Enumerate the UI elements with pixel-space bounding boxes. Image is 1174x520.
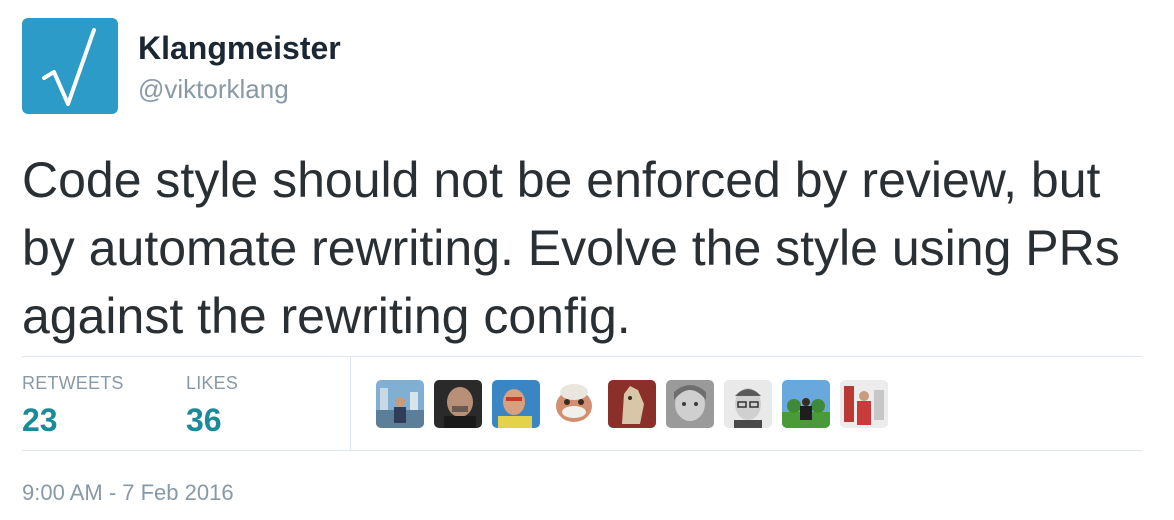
stats-vertical-divider (350, 357, 351, 450)
likes-stat[interactable]: LIKES 36 (186, 372, 238, 440)
stats-bottom-divider (22, 450, 1142, 451)
tweet-text: Code style should not be enforced by rev… (22, 152, 1120, 344)
retweets-count: 23 (22, 402, 58, 438)
liker-avatar[interactable] (608, 380, 656, 428)
retweets-label: RETWEETS (22, 373, 124, 393)
stats-top-divider (22, 356, 1142, 357)
liker-avatar[interactable] (782, 380, 830, 428)
likes-label: LIKES (186, 373, 239, 393)
tweet-timestamp[interactable]: 9:00 AM - 7 Feb 2016 (22, 480, 234, 506)
liker-avatar[interactable] (434, 380, 482, 428)
liker-avatar[interactable] (550, 380, 598, 428)
liker-avatar[interactable] (492, 380, 540, 428)
likes-count: 36 (186, 402, 222, 438)
author-avatar[interactable] (22, 18, 118, 114)
retweets-stat[interactable]: RETWEETS 23 (22, 372, 124, 440)
author-display-name[interactable]: Klangmeister (138, 30, 341, 67)
liker-avatar[interactable] (666, 380, 714, 428)
author-handle[interactable]: @viktorklang (138, 74, 289, 105)
square-root-logo-icon (42, 28, 96, 106)
liker-avatar[interactable] (724, 380, 772, 428)
likers-avatars (376, 380, 888, 428)
liker-avatar[interactable] (376, 380, 424, 428)
liker-avatar[interactable] (840, 380, 888, 428)
